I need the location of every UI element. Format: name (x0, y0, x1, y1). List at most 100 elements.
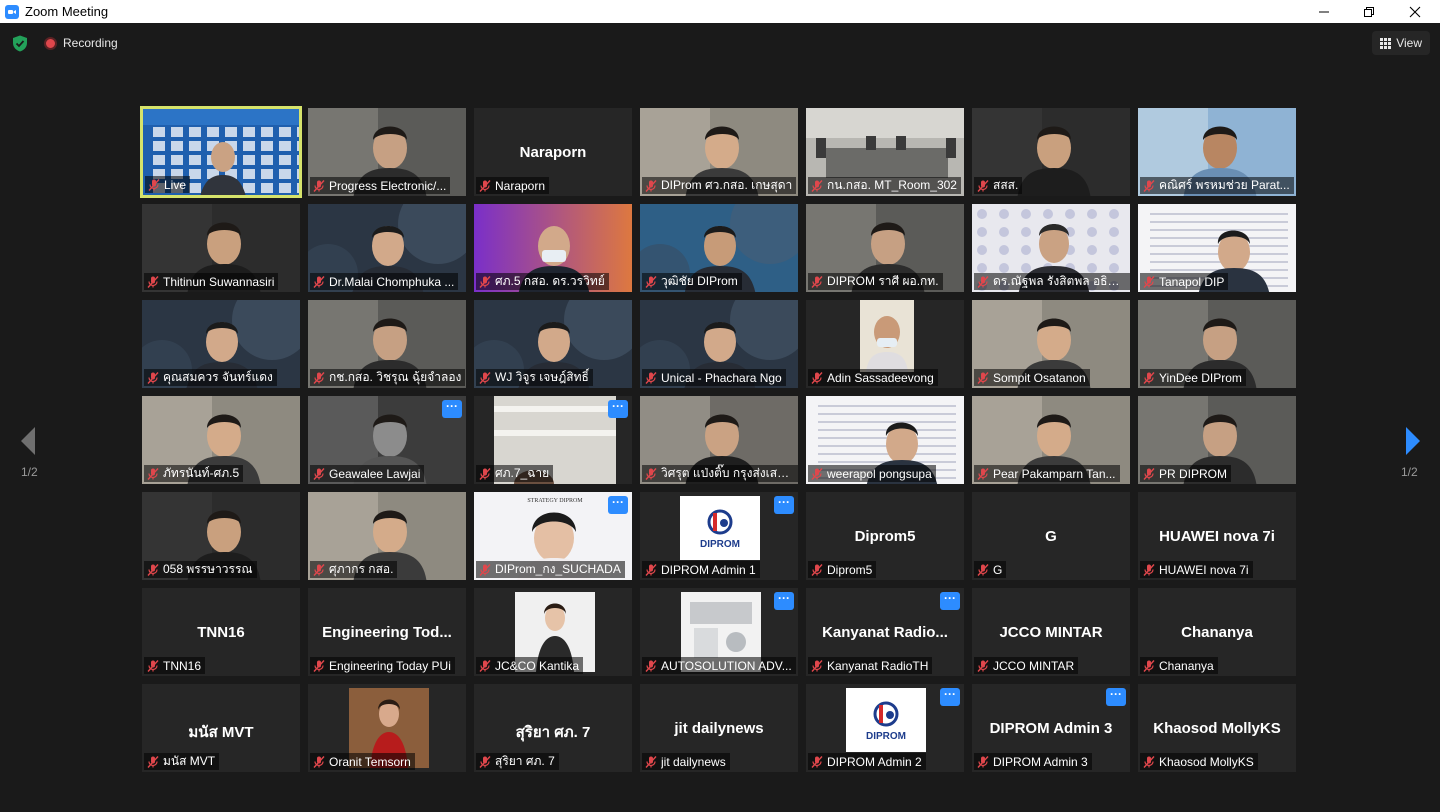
participant-tile[interactable]: HUAWEI nova 7i HUAWEI nova 7i (1136, 490, 1298, 582)
participant-tile[interactable]: TNN16 TNN16 (140, 586, 302, 678)
participant-name-label: ภัทรนันท์-ศภ.5 (144, 465, 244, 482)
participant-tile[interactable]: Diprom5 Diprom5 (804, 490, 966, 582)
participant-tile[interactable]: JCCO MINTAR JCCO MINTAR (970, 586, 1132, 678)
mic-muted-icon (811, 563, 823, 576)
participant-tile[interactable]: ศภ.5 กสอ. ดร.วรวิทย์ (472, 202, 634, 294)
participant-tile[interactable]: DIPROM DIPROM Admin 1 ··· (638, 490, 800, 582)
participant-tile[interactable]: AUTOSOLUTION ADV... ··· (638, 586, 800, 678)
participant-tile[interactable]: Kanyanat Radio... Kanyanat RadioTH ··· (804, 586, 966, 678)
participant-tile[interactable]: DIPROM DIPROM Admin 2 ··· (804, 682, 966, 774)
view-button[interactable]: View (1372, 31, 1430, 55)
recording-indicator[interactable]: Recording (44, 36, 118, 50)
participant-tile[interactable]: DIPROM Admin 3 DIPROM Admin 3 ··· (970, 682, 1132, 774)
minimize-button[interactable] (1301, 0, 1347, 23)
participant-tile[interactable]: คณิศร์ พรหมช่วย Parat... (1136, 106, 1298, 198)
participant-tile[interactable]: Live (140, 106, 302, 198)
participant-tile[interactable]: วิศรุต แป่งติ๊บ กรุงส่งเสริมอ... (638, 394, 800, 486)
participant-name: DIPROM Admin 3 (993, 754, 1088, 769)
more-options-button[interactable]: ··· (940, 592, 960, 610)
participant-tile[interactable]: DIPROM ราศี ผอ.กท. (804, 202, 966, 294)
participant-tile[interactable]: WJ วิจูร เจษฎ์สิทธิ์ (472, 298, 634, 390)
mic-muted-icon (977, 467, 989, 480)
participant-tile[interactable]: Khaosod MollyKS Khaosod MollyKS (1136, 682, 1298, 774)
participant-name-label: มนัส MVT (144, 753, 220, 770)
more-options-button[interactable]: ··· (774, 592, 794, 610)
minimize-icon (1319, 11, 1329, 12)
mic-muted-icon (811, 755, 823, 768)
participant-name-label: Chananya (1140, 657, 1218, 674)
mic-muted-icon (977, 275, 989, 288)
mic-muted-icon (479, 467, 491, 480)
restore-button[interactable] (1346, 0, 1392, 23)
more-options-button[interactable]: ··· (774, 496, 794, 514)
mic-muted-icon (147, 755, 159, 768)
next-page-arrow-icon[interactable] (1402, 424, 1424, 458)
participant-tile[interactable]: Chananya Chananya (1136, 586, 1298, 678)
participant-name-label: TNN16 (144, 657, 206, 674)
participant-name-label: weerapol pongsupa (808, 465, 936, 482)
more-options-button[interactable]: ··· (608, 496, 628, 514)
participant-tile[interactable]: ภัทรนันท์-ศภ.5 (140, 394, 302, 486)
participant-name: ภัทรนันท์-ศภ.5 (163, 466, 240, 480)
participant-tile[interactable]: Naraporn Naraporn (472, 106, 634, 198)
participant-tile[interactable]: สุริยา ศภ. 7 สุริยา ศภ. 7 (472, 682, 634, 774)
more-options-button[interactable]: ··· (1106, 688, 1126, 706)
participant-tile[interactable]: สสส. (970, 106, 1132, 198)
participant-tile[interactable]: Dr.Malai Chomphuka ... (306, 202, 468, 294)
participant-name-label: วุฒิชัย DIProm (642, 273, 742, 290)
participant-tile[interactable]: Thitinun Suwannasiri (140, 202, 302, 294)
participant-name: 058 พรรษาวรรณ (163, 562, 253, 576)
mic-muted-icon (147, 275, 159, 288)
participant-name-label: ศภ.5 กสอ. ดร.วรวิทย์ (476, 273, 609, 290)
close-button[interactable] (1392, 0, 1438, 23)
participant-tile[interactable]: Oranit Temsorn (306, 682, 468, 774)
more-options-button[interactable]: ··· (608, 400, 628, 418)
diprom-logo-card: DIPROM (680, 496, 760, 560)
participant-tile[interactable]: 058 พรรษาวรรณ (140, 490, 302, 582)
participant-tile[interactable]: PR DIPROM (1136, 394, 1298, 486)
participant-tile[interactable]: ดร.ณัฐพล รังสิตพล อธิบดีกร... (970, 202, 1132, 294)
participant-tile[interactable]: STRATEGY DIPROM DIProm_กง_SUCHADA ··· (472, 490, 634, 582)
participant-name-label: ศุภากร กสอ. (310, 561, 398, 578)
participant-name: G (993, 562, 1003, 577)
participant-tile[interactable]: Sompit Osatanon (970, 298, 1132, 390)
participant-tile[interactable]: Progress Electronic/... (306, 106, 468, 198)
security-shield-icon[interactable] (12, 35, 28, 52)
participant-display-name: Diprom5 (854, 528, 916, 545)
participant-tile[interactable]: jit dailynews jit dailynews (638, 682, 800, 774)
participant-name: Dr.Malai Chomphuka ... (329, 274, 455, 289)
mic-muted-icon (977, 659, 989, 672)
mic-muted-icon (479, 755, 491, 768)
participant-tile[interactable]: วุฒิชัย DIProm (638, 202, 800, 294)
participant-tile[interactable]: GG (970, 490, 1132, 582)
participant-tile[interactable]: กช.กสอ. วิชรุณ ฉุ้ยจำลอง (306, 298, 468, 390)
participant-tile[interactable]: คุณสมควร จันทร์แดง (140, 298, 302, 390)
participant-tile[interactable]: DIProm ศว.กสอ. เกษสุดา (638, 106, 800, 198)
participant-tile[interactable]: มนัส MVT มนัส MVT (140, 682, 302, 774)
participant-tile[interactable]: Tanapol DIP (1136, 202, 1298, 294)
mic-muted-icon (1143, 275, 1155, 288)
previous-page-arrow-icon[interactable] (17, 424, 39, 458)
participant-tile[interactable]: ศุภากร กสอ. (306, 490, 468, 582)
participant-tile[interactable]: Engineering Tod... Engineering Today PUi (306, 586, 468, 678)
participant-name: DIPROM Admin 1 (661, 562, 756, 577)
participant-tile[interactable]: Unical - Phachara Ngo (638, 298, 800, 390)
mic-muted-icon (313, 755, 325, 768)
participant-display-name: Naraporn (519, 144, 587, 161)
participant-tile[interactable]: Adin Sassadeevong (804, 298, 966, 390)
participant-tile[interactable]: weerapol pongsupa (804, 394, 966, 486)
participant-display-name: Engineering Tod... (322, 624, 452, 641)
participant-tile[interactable]: YinDee DIProm (1136, 298, 1298, 390)
participant-tile[interactable]: กน.กสอ. MT_Room_302 (804, 106, 966, 198)
mic-muted-icon (977, 755, 989, 768)
participant-name-label: กช.กสอ. วิชรุณ ฉุ้ยจำลอง (310, 369, 466, 386)
participant-name: DIProm_กง_SUCHADA (495, 562, 621, 576)
participant-tile[interactable]: Geawalee Lawjai ··· (306, 394, 468, 486)
more-options-button[interactable]: ··· (940, 688, 960, 706)
participant-name: Naraporn (495, 178, 546, 193)
more-options-button[interactable]: ··· (442, 400, 462, 418)
participant-tile[interactable]: ศภ.7_ฉาย ··· (472, 394, 634, 486)
participant-tile[interactable]: Pear Pakamparn Tan... (970, 394, 1132, 486)
participant-name-label: ศภ.7_ฉาย (476, 465, 554, 482)
participant-tile[interactable]: JC&CO Kantika (472, 586, 634, 678)
